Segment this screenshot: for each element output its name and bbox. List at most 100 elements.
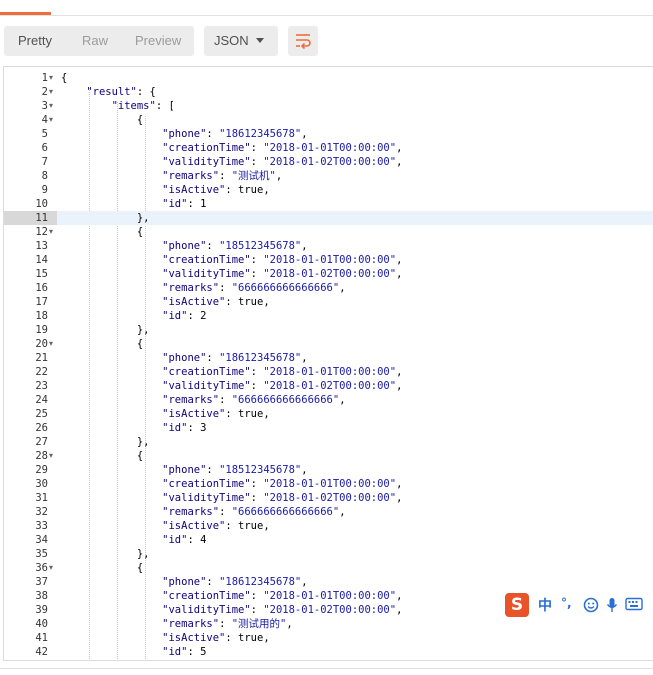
line-gutter: 23 [4,379,57,393]
code-text: "id": 4 [162,534,207,546]
code-text: { [61,72,68,84]
code-text: "items": [ [111,100,175,112]
line-gutter: 1 ▾ [4,71,57,85]
code-text: "phone": "18512345678", [162,464,308,476]
line-number: 41 [35,632,48,644]
sogou-logo-icon[interactable]: S [505,593,529,617]
code-line: 21 "phone": "18612345678", [4,351,653,365]
response-body-editor[interactable]: 1 ▾{2 ▾ "result": {3 ▾ "items": [4 ▾ {5 "pho… [3,66,653,661]
line-gutter: 33 [4,519,57,533]
fold-toggle-icon[interactable]: ▾ [49,561,53,575]
code-line: 22 "creationTime": "2018-01-01T00:00:00"… [4,365,653,379]
line-gutter: 27 [4,435,57,449]
line-gutter: 6 [4,141,57,155]
format-select[interactable]: JSON [204,26,278,56]
code-line: 18 "id": 2 [4,309,653,323]
top-divider [0,15,653,16]
response-toolbar: Pretty Raw Preview JSON [0,26,653,58]
line-number: 4 [41,114,48,126]
line-number: 19 [35,324,48,336]
line-number: 27 [35,436,48,448]
code-line: 1 ▾ { [4,71,653,85]
code-line: 11 }, [4,211,653,225]
fold-toggle-icon[interactable]: ▾ [49,113,53,127]
raw-button[interactable]: Raw [82,26,108,56]
line-gutter: 32 [4,505,57,519]
line-number: 35 [35,548,48,560]
code-line: 34 "id": 4 [4,533,653,547]
line-number: 42 [35,646,48,658]
line-gutter: 35 [4,547,57,561]
line-number: 2 [41,86,48,98]
fold-toggle-icon[interactable]: ▾ [49,99,53,113]
line-number: 21 [35,352,48,364]
code-line: 26 "id": 3 [4,421,653,435]
code-text: "remarks": "666666666666666", [162,394,346,406]
code-text: "validityTime": "2018-01-02T00:00:00", [162,268,403,280]
bottom-divider [0,668,653,669]
code-line: 10 "id": 1 [4,197,653,211]
code-line: 32 "remarks": "666666666666666", [4,505,653,519]
code-line: 42 "id": 5 [4,645,653,659]
line-gutter: 25 [4,407,57,421]
code-text: "remarks": "测试机", [162,170,283,182]
line-gutter: 8 [4,169,57,183]
keyboard-icon[interactable] [625,597,643,611]
fold-toggle-icon[interactable]: ▾ [49,337,53,351]
ime-punctuation[interactable]: °, [561,596,572,610]
code-line: 29 "phone": "18512345678", [4,463,653,477]
code-text: "isActive": true, [162,184,270,196]
code-text: }, [61,548,150,560]
code-line: 7 "validityTime": "2018-01-02T00:00:00", [4,155,653,169]
preview-button[interactable]: Preview [135,26,181,56]
line-number: 1 [41,72,48,84]
line-number: 13 [35,240,48,252]
line-number: 40 [35,618,48,630]
fold-toggle-icon[interactable]: ▾ [49,85,53,99]
line-number: 34 [35,534,48,546]
line-gutter: 15 [4,267,57,281]
line-number: 16 [35,282,48,294]
line-number: 14 [35,254,48,266]
line-number: 36 [35,562,48,574]
ime-mode[interactable]: 中 [538,595,552,615]
pretty-button[interactable]: Pretty [18,26,52,56]
code-line: 31 "validityTime": "2018-01-02T00:00:00"… [4,491,653,505]
code-text: "phone": "18512345678", [162,240,308,252]
fold-toggle-icon[interactable]: ▾ [49,225,53,239]
code-text: "id": 3 [162,422,207,434]
code-line: 25 "isActive": true, [4,407,653,421]
line-number: 6 [41,142,48,154]
code-line: 35 }, [4,547,653,561]
line-gutter: 21 [4,351,57,365]
code-line: 20 ▾ { [4,337,653,351]
code-line: 30 "creationTime": "2018-01-01T00:00:00"… [4,477,653,491]
line-number: 5 [41,128,48,140]
line-gutter: 34 [4,533,57,547]
line-number: 43 [35,659,48,660]
code-text: "creationTime": "2018-01-01T00:00:00", [162,590,403,602]
code-line: 41 "isActive": true, [4,631,653,645]
microphone-icon[interactable] [605,597,619,613]
line-gutter: 14 [4,253,57,267]
code-text: { [61,450,144,462]
code-line: 14 "creationTime": "2018-01-01T00:00:00"… [4,253,653,267]
fold-toggle-icon[interactable]: ▾ [49,71,53,85]
line-gutter: 20 ▾ [4,337,57,351]
line-gutter: 16 [4,281,57,295]
code-text: { [61,114,144,126]
code-line: 5 "phone": "18612345678", [4,127,653,141]
fold-toggle-icon[interactable]: ▾ [49,449,53,463]
line-number: 15 [35,268,48,280]
line-number: 25 [35,408,48,420]
line-gutter: 24 [4,393,57,407]
code-text: "phone": "18612345678", [162,576,308,588]
code-line: 37 "phone": "18612345678", [4,575,653,589]
line-gutter: 11 [4,211,57,225]
emoji-icon[interactable] [583,597,599,613]
line-gutter: 43 [4,659,57,660]
code-line: 33 "isActive": true, [4,519,653,533]
line-number: 3 [41,100,48,112]
line-gutter: 10 [4,197,57,211]
wrap-lines-button[interactable] [288,26,318,56]
